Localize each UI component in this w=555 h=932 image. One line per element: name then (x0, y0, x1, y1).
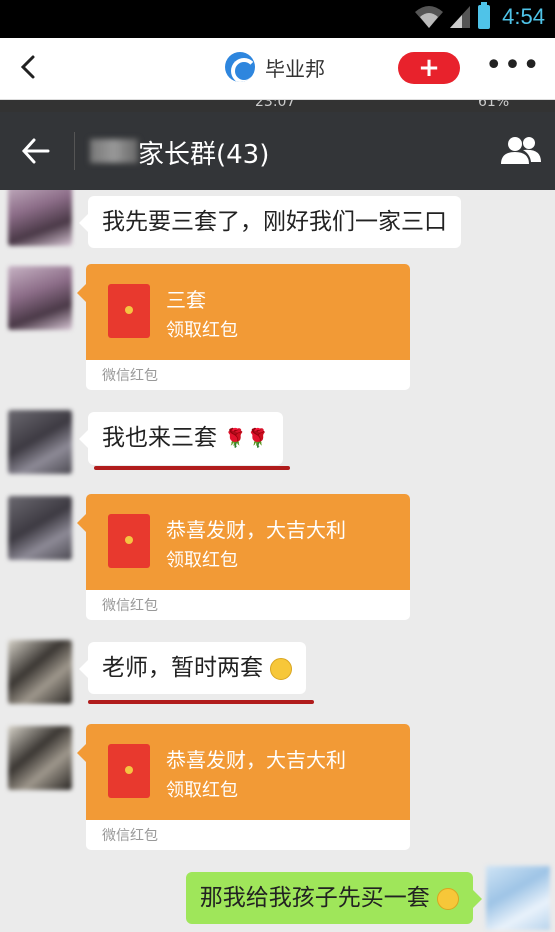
redpacket-footer: 微信红包 (86, 820, 410, 850)
redpacket-label: 微信红包 (102, 828, 158, 844)
brand-name: 毕业邦 (265, 56, 325, 81)
redpacket-label: 微信红包 (102, 598, 158, 614)
rose-emoji: 🌹🌹 (224, 427, 270, 449)
redpacket-icon (108, 514, 150, 568)
chat-title: 家长群(43) (138, 140, 270, 170)
redpacket-body: 恭喜发财，大吉大利 领取红包 (77, 494, 410, 590)
avatar[interactable] (8, 726, 72, 790)
status-icons: 4:54 (414, 2, 545, 30)
message-text: 我先要三套了，刚好我们一家三口 (102, 209, 447, 235)
redpacket-icon (108, 744, 150, 798)
inner-status-battery: 61% (478, 100, 510, 110)
brand-logo-icon (225, 52, 255, 82)
app-header: 毕业邦 + ••• (0, 38, 555, 100)
redpacket-action: 领取红包 (166, 320, 238, 341)
signal-icon (450, 6, 471, 28)
redpacket-title: 恭喜发财，大吉大利 (166, 518, 346, 542)
chat-area[interactable]: 我先要三套了，刚好我们一家三口 三套 领取红包 微信红包 我也来三套 🌹🌹 恭喜… (0, 190, 555, 932)
redpacket-action: 领取红包 (166, 780, 238, 801)
inner-status-time: 23:07 (255, 100, 296, 110)
battery-icon (478, 2, 491, 29)
redpacket-footer: 微信红包 (86, 360, 410, 390)
avatar[interactable] (8, 266, 72, 330)
brand: 毕业邦 (225, 52, 325, 82)
redpacket-body: 恭喜发财，大吉大利 领取红包 (77, 724, 410, 820)
redpacket-footer: 微信红包 (86, 590, 410, 620)
highlight-underline (88, 700, 314, 704)
redpacket-title: 三套 (166, 288, 206, 312)
redpacket-body: 三套 领取红包 (77, 264, 410, 360)
message-bubble[interactable]: 老师，暂时两套 (78, 642, 307, 694)
my-avatar[interactable] (486, 866, 550, 930)
message-text: 我也来三套 (102, 425, 217, 451)
message-bubble[interactable]: 我也来三套 🌹🌹 (78, 412, 284, 465)
back-icon[interactable] (14, 52, 44, 82)
members-icon[interactable] (499, 134, 543, 166)
chat-header: 家长群(43) (0, 112, 555, 190)
message-text: 那我给我孩子先买一套 (199, 885, 430, 911)
avatar[interactable] (8, 190, 72, 246)
smiley-emoji (270, 657, 293, 680)
status-bar: 4:54 (0, 0, 555, 38)
chat-back-icon[interactable] (20, 136, 50, 166)
avatar[interactable] (8, 410, 72, 474)
inner-status-bar: 23:07 61% (0, 100, 555, 112)
add-button[interactable]: + (398, 52, 460, 84)
message-text: 老师，暂时两套 (102, 655, 263, 681)
wifi-icon (415, 6, 444, 28)
redpacket-card[interactable]: 恭喜发财，大吉大利 领取红包 微信红包 (77, 494, 410, 620)
more-button[interactable]: ••• (485, 48, 541, 83)
highlight-underline (94, 466, 290, 470)
redpacket-title: 恭喜发财，大吉大利 (166, 748, 346, 772)
redpacket-action: 领取红包 (166, 550, 238, 571)
status-time: 4:54 (502, 4, 545, 29)
my-message-bubble[interactable]: 那我给我孩子先买一套 (185, 872, 483, 924)
redpacket-card[interactable]: 恭喜发财，大吉大利 领取红包 微信红包 (77, 724, 410, 850)
header-divider (74, 132, 75, 170)
avatar[interactable] (8, 640, 72, 704)
message-bubble[interactable]: 我先要三套了，刚好我们一家三口 (79, 196, 461, 248)
redpacket-label: 微信红包 (102, 368, 158, 384)
redpacket-card[interactable]: 三套 领取红包 微信红包 (77, 264, 410, 390)
blurred-name (90, 139, 138, 163)
avatar[interactable] (8, 496, 72, 560)
smiley-emoji (437, 887, 459, 910)
redpacket-icon (108, 284, 150, 338)
